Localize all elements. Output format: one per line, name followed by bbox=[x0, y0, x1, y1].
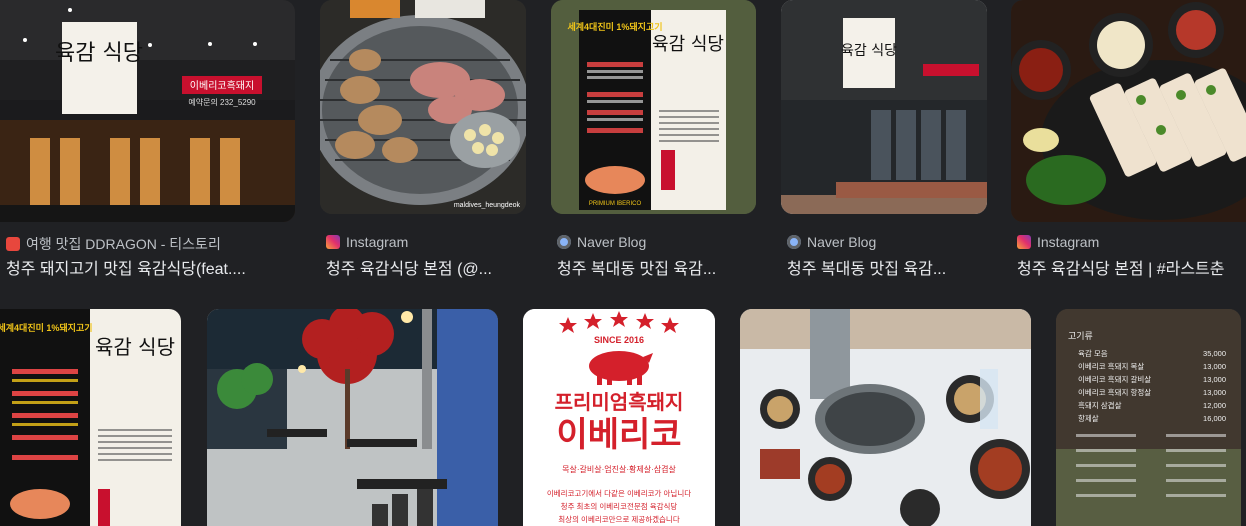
naver-blog-icon bbox=[557, 235, 571, 249]
result-source-4[interactable]: Naver Blog bbox=[787, 234, 987, 250]
menu-item-price: 12,000 bbox=[1203, 401, 1226, 410]
banner-brand-text: PRIMIUM IBERICO bbox=[589, 201, 642, 207]
sign-phone-text: 예약문의 232_5290 bbox=[188, 97, 256, 107]
sign-main-text: 육감 식당 bbox=[841, 43, 897, 59]
menu-board-photo: 고기류 육감 모음 35,000 이베리코 흑돼지 목살 13,000 이베리코… bbox=[1056, 309, 1241, 526]
poster-line-3: 최상의 이베리코만으로 제공하겠습니다 bbox=[558, 514, 680, 524]
instagram-icon bbox=[326, 235, 340, 249]
result-title-5[interactable]: 청주 육감식당 본점 | #라스트춘 bbox=[1017, 255, 1246, 279]
banner-stand-photo: 세계4대진미 1%돼지고기 육감 식당 PRIMIUM IBERICO bbox=[551, 0, 756, 214]
menu-item-name: 흑돼지 삼겹살 bbox=[1078, 400, 1122, 410]
result-title-1[interactable]: 청주 돼지고기 맛집 육감식당(feat.... bbox=[6, 255, 291, 279]
banner-head-text: 세계4대진미 1%돼지고기 bbox=[567, 21, 662, 32]
result-title-2[interactable]: 청주 육감식당 본점 (@... bbox=[326, 255, 526, 279]
menu-item-name: 육감 모음 bbox=[1078, 348, 1108, 358]
poster-title-2: 이베리코 bbox=[556, 416, 681, 454]
poster-line-1: 이베리코고기에서 다같은 이베리코가 아닙니다 bbox=[547, 488, 691, 498]
menu-item-price: 13,000 bbox=[1203, 362, 1226, 371]
result-image-7[interactable] bbox=[207, 309, 498, 526]
poster-title-1: 프리미엄흑돼지 bbox=[555, 390, 684, 414]
restaurant-front-day-photo: 육감 식당 bbox=[781, 0, 987, 214]
poster-since-text: SINCE 2016 bbox=[594, 335, 644, 345]
result-source-label: Instagram bbox=[346, 234, 409, 250]
result-card-3[interactable]: 세계4대진미 1%돼지고기 육감 식당 PRIMIUM IBERICO Nave… bbox=[551, 0, 756, 280]
promo-poster: SINCE 2016 프리미엄흑돼지 이베리코 목살·갈비살·엄진살·황제살·삼… bbox=[523, 309, 715, 526]
result-card-2[interactable]: maldives_heungdeok Instagram 청주 육감식당 본점 … bbox=[320, 0, 526, 280]
result-card-4[interactable]: 육감 식당 Naver Blog 청주 복대동 맛집 육감... bbox=[781, 0, 987, 280]
result-image-6[interactable]: 세계4대진미 1%돼지고기 육감 식당 bbox=[0, 309, 181, 526]
insta-handle-text: maldives_heungdeok bbox=[454, 202, 521, 209]
grill-pork-photo: maldives_heungdeok bbox=[320, 0, 526, 214]
result-card-5[interactable]: Instagram 청주 육감식당 본점 | #라스트춘 bbox=[1011, 0, 1246, 280]
banner-stand-photo-2: 세계4대진미 1%돼지고기 육감 식당 bbox=[0, 309, 181, 526]
result-title-3[interactable]: 청주 복대동 맛집 육감... bbox=[557, 255, 757, 279]
banner-head-text: 세계4대진미 1%돼지고기 bbox=[0, 322, 93, 333]
result-image-5[interactable] bbox=[1011, 0, 1246, 222]
result-source-3[interactable]: Naver Blog bbox=[557, 234, 757, 250]
result-source-label: Naver Blog bbox=[577, 234, 647, 250]
banner-logo-text: 육감 식당 bbox=[652, 34, 724, 55]
poster-cuts-text: 목살·갈비살·엄진살·황제살·삼겹살 bbox=[562, 464, 676, 474]
menu-item-price: 35,000 bbox=[1203, 349, 1226, 358]
result-source-label: Naver Blog bbox=[807, 234, 877, 250]
menu-item-name: 이베리코 흑돼지 목살 bbox=[1078, 361, 1144, 371]
result-title-4[interactable]: 청주 복대동 맛집 육감... bbox=[787, 255, 987, 279]
menu-item-name: 이베리코 흑돼지 갈비살 bbox=[1078, 374, 1151, 384]
naver-blog-icon bbox=[787, 235, 801, 249]
result-source-2[interactable]: Instagram bbox=[326, 234, 526, 250]
tistory-icon bbox=[6, 237, 20, 251]
result-image-8[interactable]: SINCE 2016 프리미엄흑돼지 이베리코 목살·갈비살·엄진살·황제살·삼… bbox=[523, 309, 715, 526]
result-source-1[interactable]: 여행 맛집 DDRAGON - 티스토리 bbox=[6, 234, 291, 254]
result-image-9[interactable] bbox=[740, 309, 1031, 526]
poster-line-2: 청주 최초의 이베리코전문점 육감식당 bbox=[561, 501, 678, 511]
result-image-1[interactable]: 육감 식당 이베리코흑돼지 예약문의 232_5290 bbox=[0, 0, 295, 222]
table-setting-photo bbox=[740, 309, 1031, 526]
result-source-5[interactable]: Instagram bbox=[1017, 234, 1246, 250]
menu-item-name: 이베리코 흑돼지 항정살 bbox=[1078, 387, 1151, 397]
result-image-4[interactable]: 육감 식당 bbox=[781, 0, 987, 214]
menu-head-text: 고기류 bbox=[1068, 331, 1093, 341]
banner-logo-text: 육감 식당 bbox=[95, 335, 175, 359]
menu-item-price: 13,000 bbox=[1203, 375, 1226, 384]
pork-platter-photo bbox=[1011, 0, 1246, 222]
result-card-1[interactable]: 육감 식당 이베리코흑돼지 예약문의 232_5290 여행 맛집 DDRAGO… bbox=[0, 0, 295, 280]
sign-sub-text: 이베리코흑돼지 bbox=[190, 79, 254, 92]
menu-item-name: 항제살 bbox=[1078, 414, 1099, 423]
result-source-label: 여행 맛집 DDRAGON - 티스토리 bbox=[26, 236, 221, 252]
dining-hall-photo bbox=[207, 309, 498, 526]
result-image-2[interactable]: maldives_heungdeok bbox=[320, 0, 526, 214]
result-image-10[interactable]: 고기류 육감 모음 35,000 이베리코 흑돼지 목살 13,000 이베리코… bbox=[1056, 309, 1241, 526]
menu-item-price: 13,000 bbox=[1203, 388, 1226, 397]
result-image-3[interactable]: 세계4대진미 1%돼지고기 육감 식당 PRIMIUM IBERICO bbox=[551, 0, 756, 214]
sign-main-text: 육감 식당 bbox=[55, 41, 143, 66]
menu-item-price: 16,000 bbox=[1203, 414, 1226, 423]
instagram-icon bbox=[1017, 235, 1031, 249]
restaurant-front-night-photo: 육감 식당 이베리코흑돼지 예약문의 232_5290 bbox=[0, 0, 295, 222]
result-source-label: Instagram bbox=[1037, 234, 1100, 250]
